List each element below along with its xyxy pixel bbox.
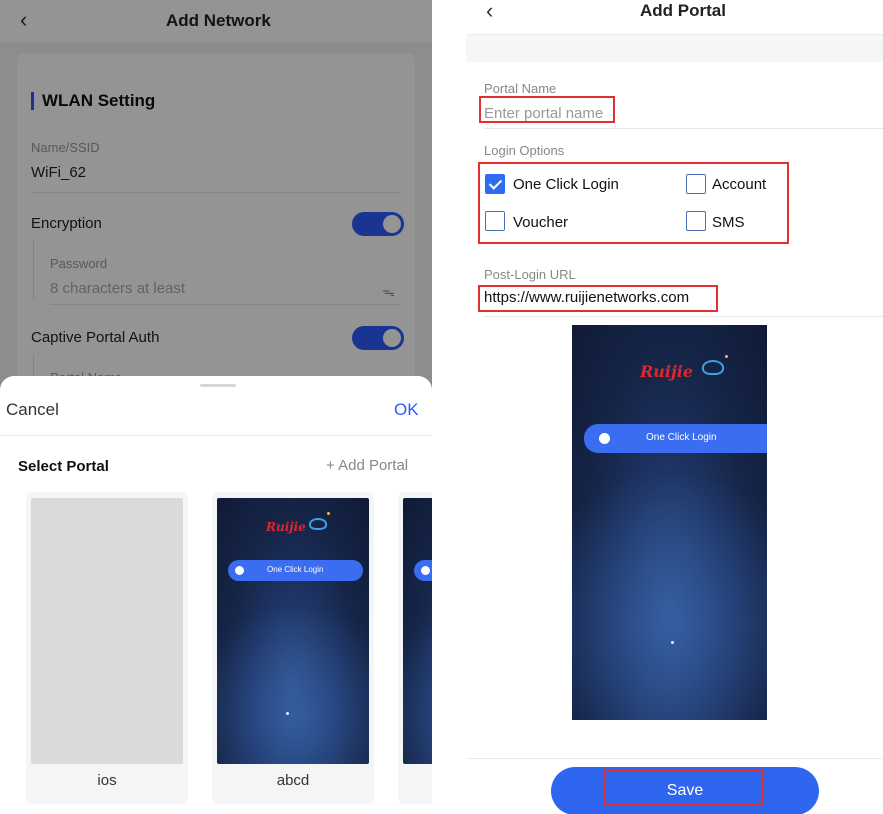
select-portal-title: Select Portal bbox=[18, 458, 109, 475]
one-click-login-checkbox[interactable] bbox=[485, 174, 505, 194]
voucher-checkbox[interactable] bbox=[485, 211, 505, 231]
voucher-label: Voucher bbox=[513, 214, 569, 231]
globe-icon bbox=[421, 566, 430, 575]
header-separator-band bbox=[466, 34, 883, 62]
divider bbox=[484, 128, 883, 129]
divider bbox=[0, 435, 432, 436]
account-label: Account bbox=[712, 176, 767, 193]
ruijie-logo: Ruijie bbox=[266, 520, 306, 534]
add-portal-screen: ‹ Add Portal Portal Name Enter portal na… bbox=[466, 0, 883, 814]
chevron-left-icon[interactable]: ‹ bbox=[486, 0, 493, 22]
divider bbox=[484, 316, 883, 317]
select-portal-sheet: Cancel OK Select Portal + Add Portal ios… bbox=[0, 376, 432, 814]
logo-spark bbox=[327, 512, 330, 515]
portal-card-partial[interactable] bbox=[398, 492, 432, 804]
portal-card-name: abcd bbox=[276, 772, 310, 789]
portal-name-label: Portal Name bbox=[484, 81, 557, 96]
portal-card-abcd[interactable]: Ruijie One Click Login abcd bbox=[212, 492, 374, 804]
page-title: Add Portal bbox=[640, 1, 726, 20]
globe-icon bbox=[235, 566, 244, 575]
earth-glow bbox=[572, 475, 767, 720]
globe-icon bbox=[599, 433, 610, 444]
ok-button[interactable]: OK bbox=[394, 400, 419, 420]
login-options-label: Login Options bbox=[484, 143, 565, 158]
divider bbox=[466, 758, 883, 759]
portal-thumbnail-blank bbox=[31, 498, 183, 764]
ruijie-logo: Ruijie bbox=[640, 362, 694, 381]
cloud-logo-icon bbox=[702, 360, 724, 375]
sms-label: SMS bbox=[712, 214, 745, 231]
one-click-login-label: One Click Login bbox=[513, 176, 619, 193]
add-portal-button[interactable]: + Add Portal bbox=[326, 457, 408, 474]
post-login-url-label: Post-Login URL bbox=[484, 267, 576, 282]
pill-label: One Click Login bbox=[267, 565, 324, 574]
one-click-login-pill: One Click Login bbox=[584, 424, 767, 453]
account-checkbox[interactable] bbox=[686, 174, 706, 194]
add-network-screen: ‹ Add Network WLAN Setting Name/SSID WiF… bbox=[0, 0, 432, 814]
portal-card-ios[interactable]: ios bbox=[26, 492, 188, 804]
highlight-box bbox=[479, 96, 615, 123]
earth-glow bbox=[403, 608, 432, 764]
sms-checkbox[interactable] bbox=[686, 211, 706, 231]
sheet-handle[interactable] bbox=[200, 384, 236, 387]
cancel-button[interactable]: Cancel bbox=[6, 400, 59, 420]
portal-card-name: ios bbox=[97, 772, 117, 789]
cloud-logo-icon bbox=[309, 518, 327, 530]
one-click-login-pill bbox=[414, 560, 432, 581]
page-dot bbox=[286, 712, 289, 715]
earth-glow bbox=[217, 608, 369, 764]
pill-label: One Click Login bbox=[646, 432, 717, 443]
one-click-login-pill: One Click Login bbox=[228, 560, 363, 581]
portal-thumbnail: Ruijie One Click Login bbox=[217, 498, 369, 764]
highlight-box bbox=[478, 285, 718, 312]
logo-spark bbox=[725, 355, 728, 358]
portal-thumbnail bbox=[403, 498, 432, 764]
highlight-box bbox=[603, 769, 764, 806]
portal-preview: Ruijie One Click Login bbox=[572, 325, 767, 720]
page-dot bbox=[671, 641, 674, 644]
highlight-box bbox=[478, 162, 789, 244]
